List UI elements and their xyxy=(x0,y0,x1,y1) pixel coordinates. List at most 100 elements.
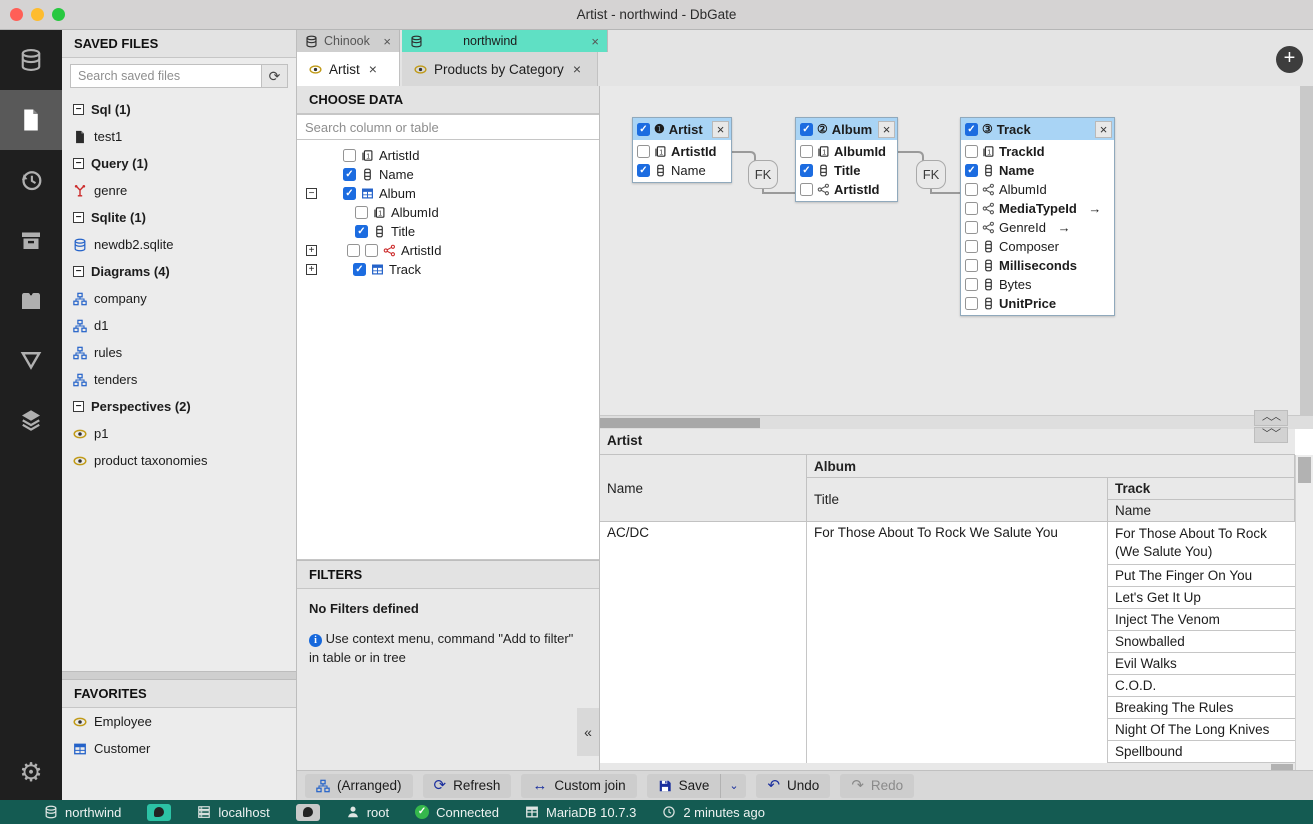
cell-track[interactable]: Night Of The Long Knives xyxy=(1108,719,1295,741)
checkbox-unchecked[interactable] xyxy=(343,149,356,162)
status-last-refresh[interactable]: 2 minutes ago xyxy=(662,805,765,820)
table-node-album[interactable]: ✓ ② Album × AlbumId ✓Title ArtistId xyxy=(795,117,898,202)
undo-button[interactable]: ↶Undo xyxy=(756,774,830,798)
tree-item[interactable]: newdb2.sqlite xyxy=(62,231,296,258)
refresh-files-icon[interactable]: ⟳ xyxy=(262,64,288,88)
canvas-horizontal-scrollbar[interactable] xyxy=(600,415,1313,429)
checkbox-unchecked[interactable] xyxy=(965,221,978,234)
status-database[interactable]: northwind xyxy=(44,805,121,820)
tree-category[interactable]: −Perspectives (2) xyxy=(62,393,296,420)
canvas-vertical-scrollbar[interactable] xyxy=(1300,86,1313,415)
checkbox-unchecked[interactable] xyxy=(365,244,378,257)
tree-item[interactable]: test1 xyxy=(62,123,296,150)
cell-album-title[interactable]: For Those About To Rock We Salute You xyxy=(807,522,1107,543)
connection-color-badge[interactable] xyxy=(296,804,320,821)
tree-item[interactable]: rules xyxy=(62,339,296,366)
expand-expander-icon[interactable]: + xyxy=(306,264,317,275)
checkbox-unchecked[interactable] xyxy=(965,145,978,158)
cell-track[interactable]: Snowballed xyxy=(1108,631,1295,653)
table-node-track[interactable]: ✓ ③ Track × TrackId ✓Name AlbumId MediaT… xyxy=(960,117,1115,316)
save-dropdown-button[interactable]: ⌄ xyxy=(720,774,746,798)
status-connection[interactable]: ✓Connected xyxy=(415,805,499,820)
checkbox-checked[interactable]: ✓ xyxy=(965,164,978,177)
checkbox-unchecked[interactable] xyxy=(965,240,978,253)
node-column-row[interactable]: ✓Name xyxy=(965,161,1110,180)
close-node-icon[interactable]: × xyxy=(878,121,895,138)
rail-layers-icon[interactable] xyxy=(0,390,62,450)
node-column-row[interactable]: GenreId → xyxy=(965,218,1110,237)
custom-join-button[interactable]: ↔Custom join xyxy=(521,774,636,798)
column-header-album-title[interactable]: Title xyxy=(807,478,1108,522)
file-tab-artist[interactable]: Artist × xyxy=(297,52,400,86)
checkbox-unchecked[interactable] xyxy=(800,145,813,158)
tree-item[interactable]: tenders xyxy=(62,366,296,393)
collapse-expander-icon[interactable]: − xyxy=(73,266,84,277)
node-column-row[interactable]: AlbumId xyxy=(800,142,893,161)
db-tab-northwind[interactable]: northwind × xyxy=(402,30,608,52)
choose-data-search-input[interactable] xyxy=(297,114,599,140)
collapse-panel-button[interactable]: « xyxy=(577,708,599,756)
checkbox-unchecked[interactable] xyxy=(637,145,650,158)
tree-item[interactable]: p1 xyxy=(62,420,296,447)
expand-expander-icon[interactable]: + xyxy=(306,245,317,256)
db-tab-chinook[interactable]: Chinook × xyxy=(297,30,400,52)
fk-join-label[interactable]: FK xyxy=(916,160,946,189)
fk-join-label[interactable]: FK xyxy=(748,160,778,189)
node-column-row[interactable]: UnitPrice xyxy=(965,294,1110,313)
grid-vertical-scrollbar[interactable] xyxy=(1295,455,1313,770)
scrollbar-thumb[interactable] xyxy=(600,418,760,428)
status-host[interactable]: localhost xyxy=(197,805,269,820)
rail-folder-icon[interactable] xyxy=(0,270,62,330)
checkbox-unchecked[interactable] xyxy=(355,206,368,219)
node-column-row[interactable]: ArtistId xyxy=(800,180,893,199)
node-column-row[interactable]: MediaTypeId → xyxy=(965,199,1110,218)
checkbox-checked[interactable]: ✓ xyxy=(353,263,366,276)
database-color-badge[interactable] xyxy=(147,804,171,821)
collapse-down-button[interactable]: ﹀﹀ xyxy=(1254,427,1288,443)
column-header-artist-name[interactable]: Name xyxy=(600,455,807,522)
collapse-expander-icon[interactable]: − xyxy=(73,158,84,169)
tree-category[interactable]: −Query (1) xyxy=(62,150,296,177)
cell-track[interactable]: Put The Finger On You xyxy=(1108,565,1295,587)
rail-database-icon[interactable] xyxy=(0,30,62,90)
panel-splitter[interactable] xyxy=(62,671,296,680)
settings-gear-icon[interactable]: ⚙ xyxy=(0,744,62,800)
checkbox-unchecked[interactable] xyxy=(965,183,978,196)
node-column-row[interactable]: ✓Title xyxy=(800,161,893,180)
cell-track[interactable]: Evil Walks xyxy=(1108,653,1295,675)
close-tab-icon[interactable]: × xyxy=(573,61,581,77)
favorite-item[interactable]: Employee xyxy=(62,708,296,735)
checkbox-checked[interactable]: ✓ xyxy=(343,168,356,181)
checkbox-checked[interactable]: ✓ xyxy=(355,225,368,238)
save-button[interactable]: Save xyxy=(647,774,721,798)
column-row[interactable]: ArtistId xyxy=(297,146,599,165)
column-band-album[interactable]: Album xyxy=(807,455,1295,478)
node-column-row[interactable]: Composer xyxy=(965,237,1110,256)
refresh-button[interactable]: ⟳Refresh xyxy=(423,774,512,798)
collapse-expander-icon[interactable]: − xyxy=(73,401,84,412)
checkbox-checked[interactable]: ✓ xyxy=(637,164,650,177)
file-tab-products-by-category[interactable]: Products by Category × xyxy=(402,52,598,86)
node-column-row[interactable]: ArtistId xyxy=(637,142,727,161)
table-row-album[interactable]: −✓Album xyxy=(297,184,599,203)
tree-category[interactable]: −Diagrams (4) xyxy=(62,258,296,285)
checkbox-unchecked[interactable] xyxy=(965,297,978,310)
redo-button[interactable]: ↷Redo xyxy=(840,774,914,798)
cell-track[interactable]: C.O.D. xyxy=(1108,675,1295,697)
checkbox-unchecked[interactable] xyxy=(965,278,978,291)
node-column-row[interactable]: TrackId xyxy=(965,142,1110,161)
rail-history-icon[interactable] xyxy=(0,150,62,210)
close-node-icon[interactable]: × xyxy=(712,121,729,138)
node-column-row[interactable]: AlbumId xyxy=(965,180,1110,199)
checkbox-checked[interactable]: ✓ xyxy=(343,187,356,200)
collapse-expander-icon[interactable]: − xyxy=(306,188,317,199)
status-user[interactable]: root xyxy=(346,805,389,820)
favorite-item[interactable]: Customer xyxy=(62,735,296,762)
canvas-add-button[interactable]: + xyxy=(1276,46,1303,73)
saved-files-search-input[interactable] xyxy=(70,64,262,88)
arranged-button[interactable]: (Arranged) xyxy=(305,774,413,798)
cell-track[interactable]: Spellbound xyxy=(1108,741,1295,763)
rail-archive-icon[interactable] xyxy=(0,210,62,270)
node-column-row[interactable]: ✓Name xyxy=(637,161,727,180)
column-row[interactable]: AlbumId xyxy=(297,203,599,222)
